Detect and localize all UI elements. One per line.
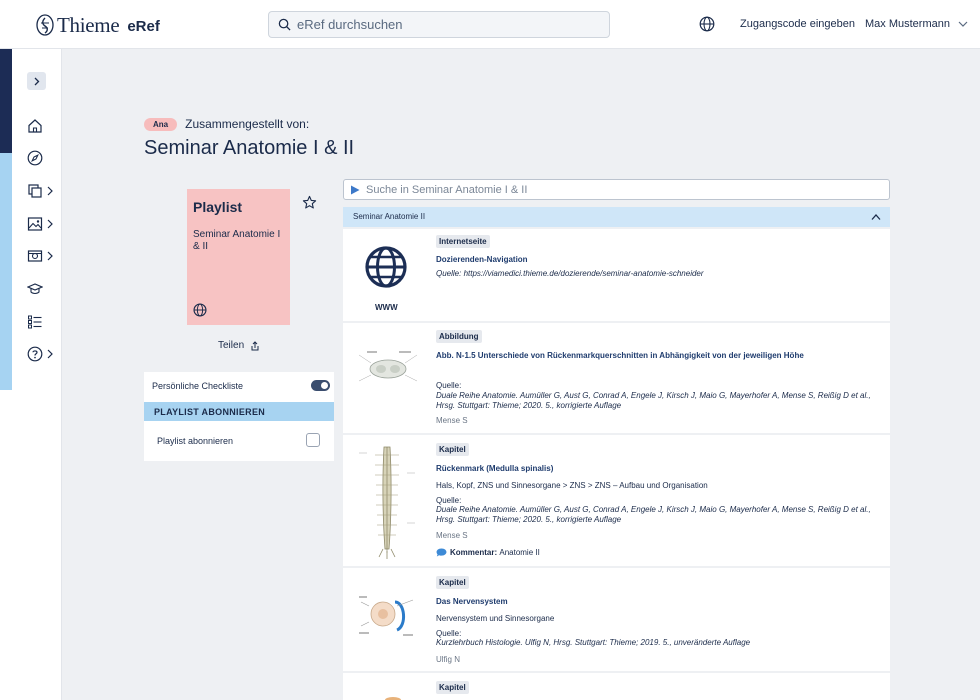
thieme-emblem-icon (36, 14, 54, 36)
spinal-cord-thumbnail (359, 446, 415, 559)
list-item[interactable]: WWW Internetseite Dozierenden-Navigation… (343, 229, 890, 321)
playlist-card: Playlist Seminar Anatomie I & II (187, 189, 290, 325)
item-comment: Kommentar: Anatomie II (436, 548, 540, 557)
share-button[interactable]: Teilen (218, 340, 260, 351)
thumbnail-label: WWW (375, 303, 398, 312)
compiled-by-row: Ana Zusammengestellt von: (144, 117, 309, 131)
search-icon (278, 18, 291, 31)
item-path: Nervensystem und Sinnesorgane (436, 614, 555, 623)
help-icon[interactable] (27, 346, 43, 362)
nervous-system-thumbnail (359, 596, 414, 636)
playlist-search[interactable] (343, 179, 890, 200)
personal-checklist-toggle[interactable] (311, 380, 330, 391)
logo-text: Thieme (57, 12, 120, 37)
subscribe-playlist-label: Playlist abonnieren (157, 436, 234, 446)
comment-label: Kommentar: (450, 548, 498, 557)
item-author: Ulfig N (436, 655, 461, 664)
subscribe-header: PLAYLIST ABONNIEREN (144, 402, 334, 421)
item-title-link[interactable]: Abb. N-1.5 Unterschiede von Rückenmarkqu… (436, 351, 804, 360)
item-author: Mense S (436, 416, 468, 425)
chevron-up-icon (871, 214, 881, 220)
compass-icon[interactable] (27, 150, 43, 166)
item-path: Hals, Kopf, ZNS und Sinnesorgane > ZNS >… (436, 481, 708, 490)
item-source-label: Quelle: (436, 496, 462, 505)
item-title-link[interactable]: Das Nervensystem (436, 597, 508, 606)
compiled-by-label: Zusammengestellt von: (185, 117, 310, 131)
user-menu[interactable]: Max Mustermann (865, 18, 968, 30)
comment-icon (436, 548, 447, 557)
access-code-link[interactable]: Zugangscode eingeben (740, 18, 855, 30)
item-type-badge: Kapitel (436, 681, 469, 694)
list-item[interactable]: Kapitel Rückenmark (Medulla spinalis) Ha… (343, 435, 890, 566)
section-header[interactable]: Seminar Anatomie II (343, 207, 890, 227)
playlist-options-panel: Persönliche Checkliste PLAYLIST ABONNIER… (144, 372, 334, 461)
side-accent-light (0, 153, 12, 390)
chevron-right-icon[interactable] (46, 186, 54, 196)
item-source-label: Quelle: (436, 629, 462, 638)
playlist-search-input[interactable] (366, 183, 866, 196)
graduation-cap-icon[interactable] (27, 281, 43, 297)
item-source: Quelle: https://viamedici.thieme.de/dozi… (436, 269, 704, 278)
item-type-badge: Kapitel (436, 576, 469, 589)
item-source: Duale Reihe Anatomie. Aumüller G, Aust G… (436, 391, 871, 410)
spinal-cross-section-thumbnail (358, 351, 418, 382)
global-search-input[interactable] (297, 17, 597, 32)
item-title-link[interactable]: Rückenmark (Medulla spinalis) (436, 464, 553, 473)
language-globe-icon[interactable] (699, 16, 715, 32)
side-accent-dark (0, 49, 12, 153)
product-name: eRef (127, 17, 160, 35)
item-source: Kurzlehrbuch Histologie. Ulfig N, Hrsg. … (436, 638, 751, 647)
section-title: Seminar Anatomie II (353, 212, 426, 221)
home-icon[interactable] (27, 118, 43, 134)
chevron-right-icon[interactable] (46, 349, 54, 359)
top-header: Thieme eRef Zugangscode eingeben Max Mus… (0, 0, 980, 49)
list-icon[interactable] (27, 314, 43, 330)
item-author: Mense S (436, 531, 468, 540)
thieme-logo[interactable]: Thieme eRef (36, 12, 160, 38)
item-source: Duale Reihe Anatomie. Aumüller G, Aust G… (436, 505, 871, 524)
user-name: Max Mustermann (865, 18, 950, 30)
public-globe-icon (193, 303, 207, 317)
item-thumbnail (385, 697, 401, 700)
list-item[interactable]: Kapitel (343, 673, 890, 700)
playlist-card-subtitle: Seminar Anatomie I & II (193, 229, 281, 252)
comment-text: Anatomie II (499, 548, 540, 557)
item-type-badge: Kapitel (436, 443, 469, 456)
page-title: Seminar Anatomie I & II (144, 137, 355, 159)
personal-checklist-label: Persönliche Checkliste (152, 381, 244, 391)
chevron-right-icon[interactable] (46, 219, 54, 229)
global-search[interactable] (268, 11, 610, 38)
list-item[interactable]: Abbildung Abb. N-1.5 Unterschiede von Rü… (343, 323, 890, 433)
playlist-card-title: Playlist (193, 199, 243, 215)
copy-icon[interactable] (27, 183, 43, 199)
image-icon[interactable] (27, 216, 43, 232)
expand-sidebar-button[interactable] (27, 72, 46, 90)
share-icon (251, 340, 259, 350)
website-globe-icon (365, 246, 407, 288)
item-source-label: Quelle: (436, 381, 462, 390)
subscribe-playlist-checkbox[interactable] (306, 433, 320, 447)
chevron-right-icon[interactable] (46, 251, 54, 261)
item-type-badge: Internetseite (436, 235, 490, 248)
subject-tag: Ana (144, 117, 178, 131)
chevron-right-icon (34, 77, 40, 85)
play-icon (351, 185, 360, 194)
chevron-down-icon (958, 21, 968, 27)
item-title-link[interactable]: Dozierenden-Navigation (436, 255, 528, 264)
favorite-star-icon[interactable] (302, 195, 317, 210)
list-item[interactable]: Kapitel Das Nervensystem Nervensystem un… (343, 568, 890, 671)
item-type-badge: Abbildung (436, 330, 482, 343)
video-icon[interactable] (27, 248, 43, 264)
share-label: Teilen (218, 340, 245, 351)
